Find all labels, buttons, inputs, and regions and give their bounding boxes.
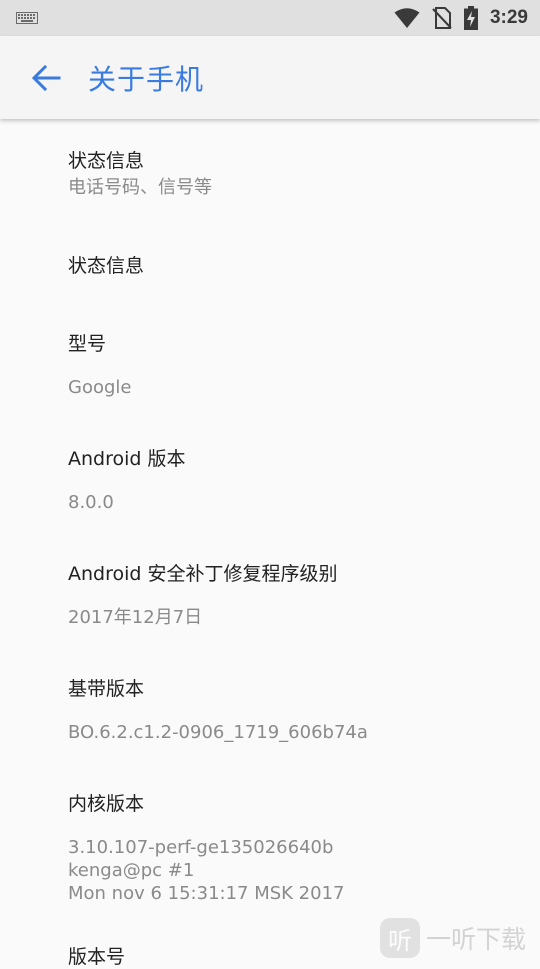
- back-button[interactable]: [28, 62, 64, 94]
- item-title: 内核版本: [68, 793, 145, 815]
- item-summary: BO.6.2.c1.2-0906_1719_606b74a: [68, 722, 368, 743]
- item-title: 基带版本: [68, 678, 145, 700]
- item-summary: 电话号码、信号等: [68, 177, 212, 198]
- item-summary-line: kenga@pc #1: [68, 860, 195, 881]
- list-item-model[interactable]: 型号 Google: [68, 332, 508, 399]
- item-summary: Google: [68, 377, 132, 398]
- battery-charging-icon: [463, 6, 478, 30]
- item-summary: 8.0.0: [68, 492, 114, 513]
- status-icons: 3:29: [394, 0, 528, 36]
- watermark-logo: 听: [380, 918, 420, 958]
- status-time: 3:29: [489, 7, 528, 28]
- page-title: 关于手机: [88, 63, 205, 96]
- item-title: 状态信息: [68, 255, 145, 277]
- wifi-icon: [394, 8, 420, 28]
- item-title: 状态信息: [68, 150, 145, 172]
- item-summary: 2017年12月7日: [68, 607, 203, 628]
- list-item-status-info[interactable]: 状态信息 电话号码、信号等: [68, 149, 508, 199]
- item-summary-line: 3.10.107-perf-ge135026640b: [68, 837, 334, 858]
- watermark-text: 一听下载: [426, 925, 527, 954]
- status-bar: 3:29: [0, 0, 540, 36]
- app-bar: 关于手机: [0, 36, 540, 119]
- no-sim-icon: [432, 7, 452, 29]
- keyboard-icon: [16, 12, 38, 24]
- item-summary-line: Mon nov 6 15:31:17 MSK 2017: [68, 883, 345, 904]
- list-item-baseband[interactable]: 基带版本 BO.6.2.c1.2-0906_1719_606b74a: [68, 677, 508, 744]
- watermark: 听 一听下载: [380, 916, 540, 960]
- list-item-kernel[interactable]: 内核版本 3.10.107-perf-ge135026640b kenga@pc…: [68, 792, 508, 905]
- item-title: Android 安全补丁修复程序级别: [68, 563, 338, 585]
- item-title: Android 版本: [68, 448, 186, 470]
- list-item-security-patch[interactable]: Android 安全补丁修复程序级别 2017年12月7日: [68, 562, 508, 629]
- list-item-android-version[interactable]: Android 版本 8.0.0: [68, 447, 508, 514]
- item-title: 型号: [68, 333, 107, 355]
- list-item-status-info-2[interactable]: 状态信息: [68, 254, 508, 278]
- back-arrow-icon: [31, 65, 61, 91]
